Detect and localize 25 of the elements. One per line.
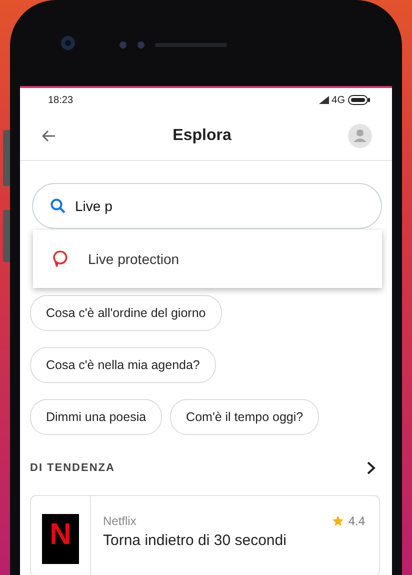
suggestion-chip[interactable]: Cosa c'è all'ordine del giorno <box>30 295 222 331</box>
page-title: Esplora <box>172 127 232 145</box>
app-logo: N <box>42 514 79 564</box>
search-icon <box>50 198 66 214</box>
suggestion-chip[interactable]: Cosa c'è nella mia agenda? <box>30 347 216 383</box>
action-title: Torna indietro di 30 secondi <box>103 532 288 549</box>
network-label: 4G <box>332 94 345 106</box>
back-icon[interactable] <box>42 130 56 142</box>
sensor-icon <box>119 41 229 49</box>
battery-icon <box>348 95 370 105</box>
chevron-right-icon[interactable] <box>366 461 376 475</box>
camera-icon <box>60 35 76 51</box>
section-title: DI TENDENZA <box>30 462 115 474</box>
avatar-icon[interactable] <box>348 124 372 148</box>
star-icon <box>332 515 344 527</box>
suggestion-chip[interactable]: Dimmi una poesia <box>30 399 162 435</box>
suggestion-item[interactable]: Live protection <box>33 230 382 288</box>
rating-value: 4.4 <box>348 514 365 528</box>
search-field[interactable]: Live p <box>32 183 382 229</box>
status-time: 18:23 <box>48 94 74 106</box>
speech-bubble-icon <box>53 250 68 268</box>
trend-card[interactable]: N Netflix 4.4 Torna indietro di 30 secondi <box>30 495 380 575</box>
suggestion-chip[interactable]: Com'è il tempo oggi? <box>170 399 320 435</box>
signal-icon <box>318 96 329 104</box>
provider-name: Netflix <box>103 514 136 528</box>
